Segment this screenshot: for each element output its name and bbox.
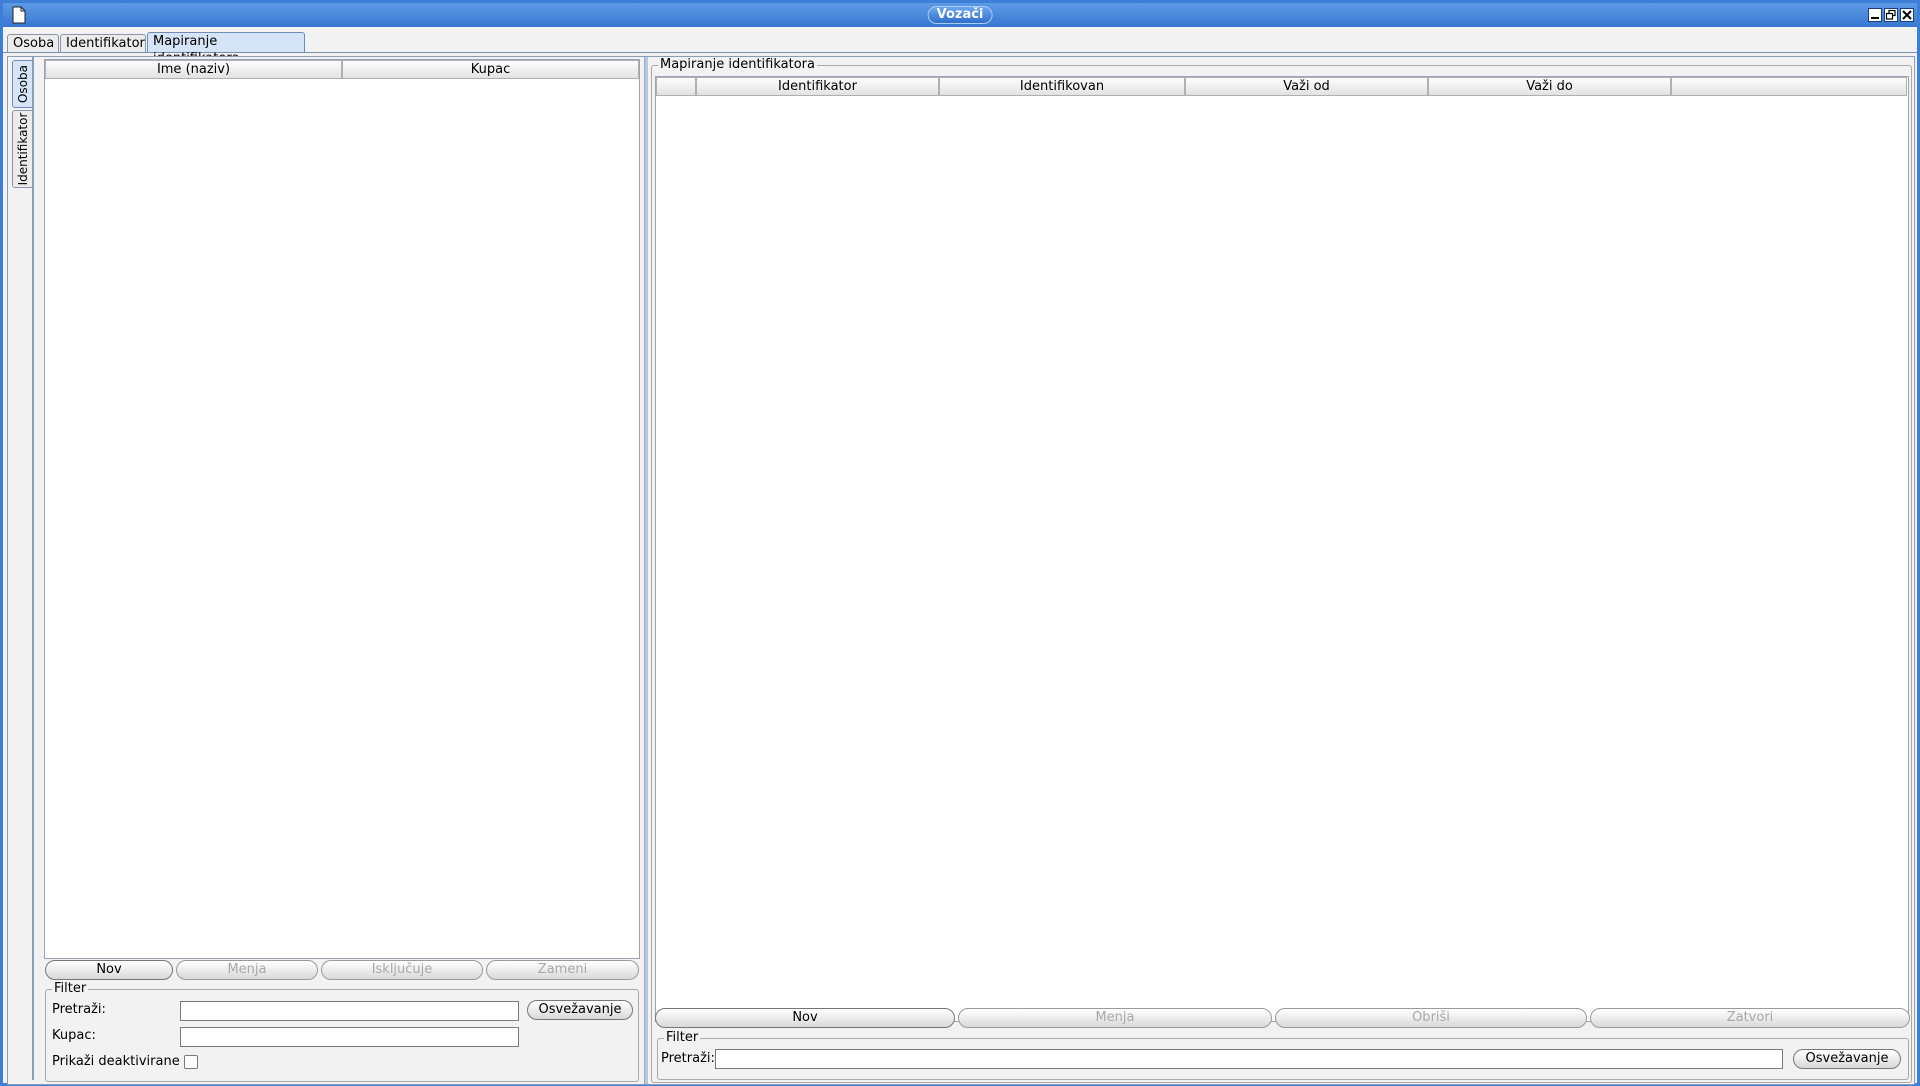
- minimize-icon[interactable]: [1868, 8, 1882, 22]
- column-header-identifikovan[interactable]: Identifikovan: [939, 77, 1185, 96]
- column-header-vazi-od[interactable]: Važi od: [1185, 77, 1428, 96]
- restore-icon[interactable]: [1884, 8, 1898, 22]
- osoba-panel: Ime (naziv) Kupac Nov Menja Isključuje Z…: [43, 57, 640, 1084]
- zameni-button[interactable]: Zameni: [486, 960, 639, 980]
- mapiranje-filter-legend: Filter: [664, 1030, 701, 1046]
- tab-mapiranje-identifikatora[interactable]: Mapiranje identifikatora: [147, 32, 305, 66]
- osoba-table[interactable]: Ime (naziv) Kupac: [44, 59, 640, 959]
- side-tab-osoba-label: Osoba: [15, 64, 30, 104]
- kupac-label: Kupac:: [52, 1028, 96, 1043]
- mapiranje-search-input[interactable]: [715, 1049, 1783, 1069]
- column-header-row-marker[interactable]: [656, 77, 696, 96]
- mapiranje-search-label: Pretraži:: [661, 1051, 715, 1066]
- mapiranje-filter-group: Filter Pretraži: Osvežavanje: [657, 1030, 1909, 1080]
- column-header-identifikator[interactable]: Identifikator: [696, 77, 939, 96]
- application-window: Vozači Osoba Identifikator Mapiranje ide…: [0, 0, 1920, 1086]
- mapiranje-group: Mapiranje identifikatora Identifikator I…: [651, 57, 1912, 1083]
- title-bar[interactable]: Vozači: [3, 3, 1917, 27]
- mapiranje-panel: Mapiranje identifikatora Identifikator I…: [651, 57, 1913, 1084]
- document-icon: [12, 6, 26, 24]
- obrisi-button[interactable]: Obriši: [1275, 1008, 1587, 1028]
- osvezavanje-button[interactable]: Osvežavanje: [527, 1000, 633, 1020]
- window-title: Vozači: [927, 6, 993, 24]
- side-tab-identifikator-label: Identifikator: [15, 112, 30, 186]
- nov-mapping-button[interactable]: Nov: [655, 1008, 955, 1028]
- show-deactivated-label: Prikaži deaktivirane: [52, 1054, 180, 1069]
- iskljucuje-button[interactable]: Isključuje: [321, 960, 483, 980]
- column-header-vazi-do[interactable]: Važi do: [1428, 77, 1671, 96]
- column-header-ime[interactable]: Ime (naziv): [45, 60, 342, 79]
- mapiranje-table[interactable]: Identifikator Identifikovan Važi od Važi…: [655, 76, 1909, 1022]
- main-tab-bar: Osoba Identifikator Mapiranje identifika…: [3, 30, 1917, 66]
- side-tab-osoba[interactable]: Osoba: [12, 60, 32, 108]
- side-tab-identifikator[interactable]: Identifikator: [12, 110, 32, 188]
- column-header-extra[interactable]: [1671, 77, 1907, 96]
- kupac-input[interactable]: [180, 1027, 519, 1047]
- close-icon[interactable]: [1900, 8, 1914, 22]
- menja-button[interactable]: Menja: [176, 960, 318, 980]
- column-header-kupac[interactable]: Kupac: [342, 60, 639, 79]
- nov-button[interactable]: Nov: [45, 960, 173, 980]
- filter-legend: Filter: [52, 981, 89, 997]
- tab-osoba[interactable]: Osoba: [7, 34, 59, 52]
- search-label: Pretraži:: [52, 1002, 106, 1017]
- show-deactivated-checkbox[interactable]: [184, 1055, 198, 1069]
- tab-identifikator[interactable]: Identifikator: [60, 34, 146, 52]
- osoba-filter-group: Filter Pretraži: Osvežavanje Kupac: Prik…: [45, 981, 639, 1082]
- menja-mapping-button[interactable]: Menja: [958, 1008, 1272, 1028]
- side-tab-rule: [32, 57, 34, 1080]
- search-input[interactable]: [180, 1001, 519, 1021]
- split-pane-divider[interactable]: [644, 57, 648, 1084]
- mapiranje-osvezavanje-button[interactable]: Osvežavanje: [1793, 1049, 1901, 1069]
- mapiranje-legend: Mapiranje identifikatora: [658, 57, 817, 73]
- zatvori-button[interactable]: Zatvori: [1590, 1008, 1910, 1028]
